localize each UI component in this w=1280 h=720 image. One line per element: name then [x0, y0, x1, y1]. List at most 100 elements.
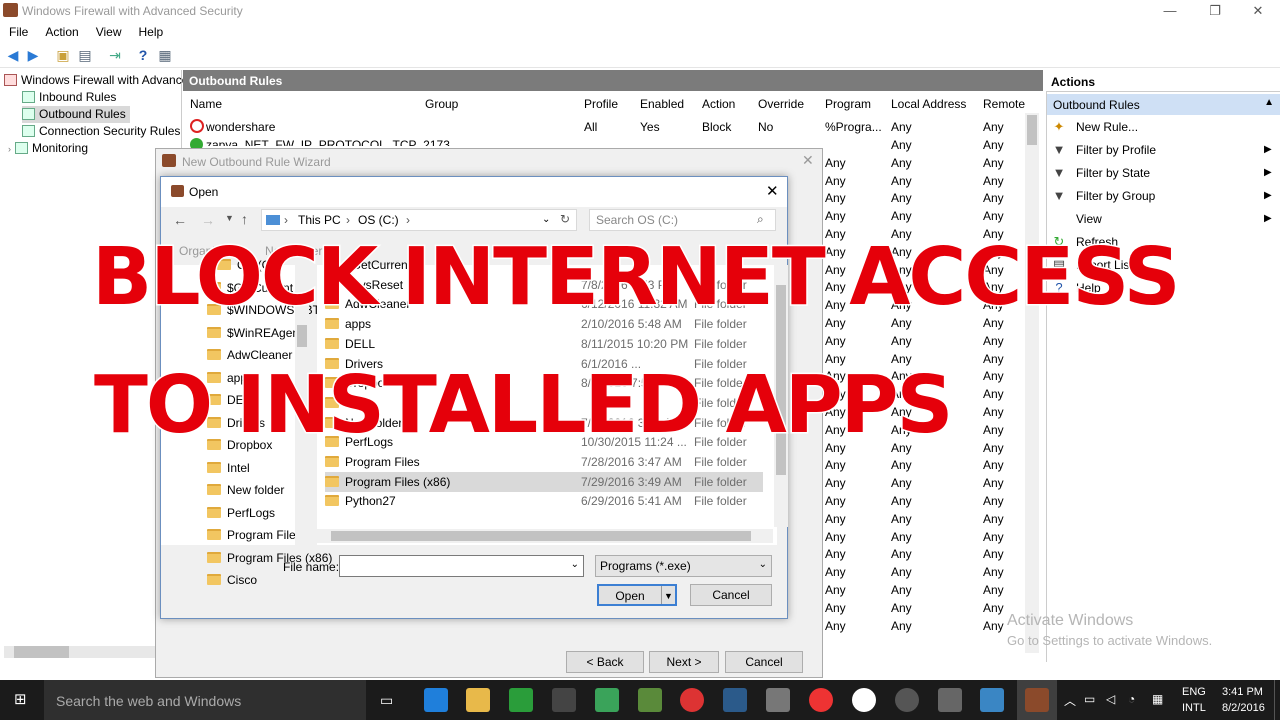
windows-start-icon[interactable]: ⊞	[14, 692, 30, 708]
rule-name[interactable]: zapya_NET_FW_IP_PROTOCOL_TCP_2173...	[206, 138, 460, 146]
xbox-icon[interactable]	[852, 688, 876, 712]
list-hscrollbar[interactable]	[317, 529, 773, 543]
action-filter-group[interactable]: ▼ Filter by Group ▶	[1052, 186, 1272, 206]
console-tree-icon[interactable]: ▤	[76, 46, 94, 64]
network-icon[interactable]: ◔	[1128, 692, 1135, 706]
tree-item-outbound[interactable]: Outbound Rules	[22, 106, 130, 123]
filename-input[interactable]: ⌄	[339, 555, 584, 577]
close-button[interactable]: ✕	[1238, 0, 1278, 22]
breadcrumb-this-pc[interactable]: This PC	[298, 213, 341, 227]
next-button[interactable]: Next >	[649, 651, 719, 673]
properties-icon[interactable]: ▦	[156, 46, 174, 64]
action-filter-profile[interactable]: ▼ Filter by Profile ▶	[1052, 140, 1272, 160]
open-button[interactable]: Open ▼	[597, 584, 677, 606]
desktop-icon[interactable]	[980, 688, 1004, 712]
col-local-address[interactable]: Local Address	[891, 97, 966, 115]
folder-up-icon[interactable]: ▣	[54, 46, 72, 64]
export-icon[interactable]: ⇥	[106, 46, 124, 64]
file-explorer-icon[interactable]	[466, 688, 490, 712]
green-app-icon[interactable]	[595, 688, 619, 712]
maximize-button[interactable]: ❐	[1195, 0, 1235, 22]
file-row[interactable]: Program Files 7/28/2016 3:47 AM File folde…	[325, 452, 763, 472]
search-icon[interactable]: ⌕	[757, 212, 764, 227]
breadcrumb-os-c[interactable]: OS (C:)	[358, 213, 399, 227]
col-remote[interactable]: Remote	[983, 97, 1025, 115]
tree-root[interactable]: Windows Firewall with Advance	[4, 72, 188, 89]
lang-secondary[interactable]: INTL	[1182, 702, 1206, 714]
tree-item-connection-security[interactable]: Connection Security Rules	[22, 123, 180, 140]
edge-icon[interactable]	[424, 688, 448, 712]
firewall-taskbar-button[interactable]	[1017, 680, 1057, 720]
col-program[interactable]: Program	[825, 97, 871, 115]
address-bar[interactable]: › This PC › OS (C:) › ⌄ ↻	[261, 209, 577, 231]
clock-time[interactable]: 3:41 PM	[1222, 686, 1263, 698]
rule-name[interactable]: wondershare	[206, 120, 275, 134]
volume-icon[interactable]: ◁	[1106, 692, 1115, 706]
wizard-close-icon[interactable]: ✕	[802, 152, 814, 169]
nav-folder-item[interactable]: Cisco	[207, 570, 257, 590]
menu-view[interactable]: View	[87, 22, 130, 39]
lang-primary[interactable]: ENG	[1182, 686, 1206, 698]
open-cancel-button[interactable]: Cancel	[690, 584, 772, 606]
col-name[interactable]: Name	[190, 97, 222, 115]
keyboard-icon[interactable]: ▦	[1152, 692, 1163, 706]
tree-item-inbound[interactable]: Inbound Rules	[22, 89, 116, 106]
open-close-icon[interactable]: ✕	[766, 182, 779, 200]
chrome-icon[interactable]	[809, 688, 833, 712]
nav-folder-item[interactable]: New folder	[207, 480, 284, 500]
nav-folder-item[interactable]: Program Files	[207, 525, 302, 545]
col-override[interactable]: Override	[758, 97, 804, 115]
obs-icon[interactable]	[895, 688, 919, 712]
menu-file[interactable]: File	[0, 22, 36, 39]
nav-up-icon[interactable]: ↑	[241, 211, 248, 227]
filetype-dropdown-icon[interactable]: ⌄	[759, 559, 767, 570]
col-group[interactable]: Group	[425, 97, 458, 115]
help-icon[interactable]: ?	[134, 46, 152, 64]
task-view-icon[interactable]: ▭	[380, 692, 393, 709]
tree-scrollbar[interactable]	[4, 646, 174, 658]
menu-action[interactable]: Action	[36, 22, 86, 39]
filetype-select[interactable]: Programs (*.exe) ⌄	[595, 555, 772, 577]
file-row[interactable]: Program Files (x86) 7/29/2016 3:49 AM File…	[325, 471, 763, 492]
open-split-arrow-icon[interactable]: ▼	[661, 586, 675, 604]
tray-chevron-icon[interactable]: ︿	[1064, 692, 1076, 709]
nav-back-icon[interactable]: ←	[173, 212, 187, 228]
file-row[interactable]: Python27 6/29/2016 5:41 AM File folder	[325, 491, 763, 511]
filename-dropdown-icon[interactable]: ⌄	[571, 559, 579, 570]
android-app-icon[interactable]	[680, 688, 704, 712]
store-icon[interactable]	[552, 688, 576, 712]
nav-folder-item[interactable]: PerfLogs	[207, 503, 275, 523]
col-action[interactable]: Action	[702, 97, 735, 115]
action-filter-state[interactable]: ▼ Filter by State ▶	[1052, 163, 1272, 183]
address-dropdown-icon[interactable]: ⌄	[542, 214, 550, 225]
file-row[interactable]: DELL 8/11/2015 10:20 PM File folder	[325, 334, 763, 354]
rules-scrollbar[interactable]	[1025, 113, 1039, 653]
wizard-cancel-button[interactable]: Cancel	[725, 651, 803, 673]
taskbar-search[interactable]: Search the web and Windows	[44, 680, 366, 720]
nav-folder-item[interactable]: Intel	[207, 458, 250, 478]
back-arrow-icon[interactable]: ◀	[4, 46, 22, 64]
paint-icon[interactable]	[766, 688, 790, 712]
collapse-icon[interactable]: ▲	[1264, 97, 1274, 108]
expand-chevron-icon[interactable]: ›	[8, 144, 11, 154]
col-profile[interactable]: Profile	[584, 97, 618, 115]
media-icon[interactable]	[938, 688, 962, 712]
nav-forward-icon[interactable]: →	[201, 212, 215, 228]
action-view[interactable]: View ▶	[1052, 209, 1272, 229]
battery-icon[interactable]: ▭	[1084, 692, 1095, 706]
clock-date[interactable]: 8/2/2016	[1222, 702, 1265, 714]
menu-help[interactable]: Help	[130, 22, 172, 39]
show-desktop-button[interactable]	[1274, 680, 1278, 720]
refresh-icon[interactable]: ↻	[560, 212, 570, 226]
tree-item-monitoring[interactable]: › Monitoring	[8, 140, 88, 157]
col-enabled[interactable]: Enabled	[640, 97, 684, 115]
action-new-rule[interactable]: ✦ New Rule...	[1052, 117, 1138, 137]
minimize-button[interactable]: —	[1150, 0, 1190, 22]
actions-subheader[interactable]: Outbound Rules ▲	[1047, 94, 1280, 115]
recent-chevron-icon[interactable]: ▼	[225, 213, 234, 223]
back-button[interactable]: < Back	[566, 651, 644, 673]
nav-folder-item[interactable]: $WinREAgent	[207, 323, 302, 343]
app-icon[interactable]	[638, 688, 662, 712]
camtasia-icon[interactable]	[509, 688, 533, 712]
snipping-tool-icon[interactable]	[723, 688, 747, 712]
